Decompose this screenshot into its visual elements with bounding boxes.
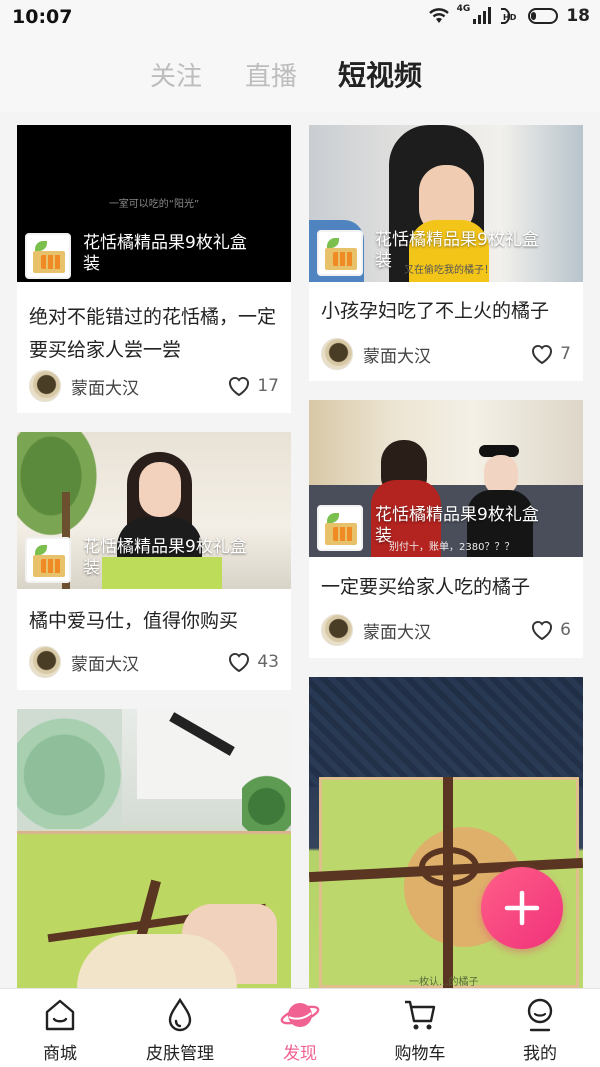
like-count: 6 bbox=[560, 620, 571, 640]
tab-follow[interactable]: 关注 bbox=[150, 56, 202, 93]
thumbnail-caption: 一室可以吃的“阳光” bbox=[108, 199, 200, 210]
video-title: 小孩孕妇吃了不上火的橘子 bbox=[321, 300, 550, 322]
author-name[interactable]: 蒙面大汉 bbox=[71, 374, 139, 399]
nav-label: 我的 bbox=[523, 1044, 557, 1064]
product-image bbox=[25, 233, 71, 279]
like-button[interactable]: 17 bbox=[227, 375, 279, 397]
video-thumbnail[interactable]: 花恬橘精品果9枚礼盒装 bbox=[17, 432, 291, 589]
avatar[interactable] bbox=[29, 646, 61, 678]
heart-icon bbox=[229, 376, 250, 397]
product-name: 花恬橘精品果9枚礼盒装 bbox=[375, 230, 539, 271]
author-name[interactable]: 蒙面大汉 bbox=[363, 342, 431, 367]
video-thumbnail[interactable]: 又在偷吃我的橘子！ 花恬橘精品果9枚礼盒装 bbox=[309, 125, 583, 282]
cart-icon bbox=[405, 1000, 436, 1030]
nav-item-discover[interactable]: 发现 bbox=[245, 997, 355, 1064]
like-count: 43 bbox=[257, 652, 279, 672]
wifi-icon bbox=[428, 8, 449, 23]
svg-text:HD: HD bbox=[503, 13, 517, 22]
signal-icon bbox=[473, 7, 492, 24]
like-count: 17 bbox=[257, 376, 279, 396]
nav-item-cart[interactable]: 购物车 bbox=[365, 997, 475, 1064]
video-thumbnail[interactable]: 一室可以吃的“阳光” 花恬橘精品果9枚礼盒装 bbox=[17, 125, 291, 282]
avatar[interactable] bbox=[321, 338, 353, 370]
avatar[interactable] bbox=[321, 614, 353, 646]
video-title: 一定要买给家人吃的橘子 bbox=[321, 576, 531, 598]
network-label: 4G bbox=[456, 4, 471, 14]
video-thumbnail[interactable] bbox=[17, 709, 291, 988]
product-tag[interactable]: 花恬橘精品果9枚礼盒装 bbox=[317, 505, 555, 551]
video-thumbnail[interactable]: 别付十，账单，2380？？？ 花恬橘精品果9枚礼盒装 bbox=[309, 400, 583, 557]
video-card[interactable]: 又在偷吃我的橘子！ 花恬橘精品果9枚礼盒装 小孩孕妇吃了不上火的橘子 蒙面大汉 … bbox=[309, 125, 583, 381]
battery-icon bbox=[528, 8, 559, 24]
video-title: 橘中爱马仕，值得你购买 bbox=[29, 610, 239, 632]
video-card[interactable]: 花恬橘精品果9枚礼盒装 橘中爱马仕，值得你购买 蒙面大汉 43 bbox=[17, 432, 291, 690]
video-meta: 蒙面大汉 17 bbox=[29, 370, 279, 402]
create-post-button[interactable] bbox=[481, 867, 563, 949]
drop-icon bbox=[168, 997, 192, 1032]
like-count: 7 bbox=[560, 344, 571, 364]
product-name: 花恬橘精品果9枚礼盒装 bbox=[83, 537, 247, 578]
like-button[interactable]: 43 bbox=[227, 651, 279, 673]
heart-icon bbox=[532, 344, 553, 365]
product-image bbox=[317, 505, 363, 551]
shop-icon bbox=[45, 999, 75, 1031]
status-bar: 10:07 4G HD 18 bbox=[0, 0, 600, 34]
status-icons: 4G HD 18 bbox=[427, 4, 590, 26]
nav-label: 购物车 bbox=[394, 1044, 446, 1064]
nav-item-shop[interactable]: 商城 bbox=[5, 997, 115, 1064]
heart-icon bbox=[229, 652, 250, 673]
product-tag[interactable]: 花恬橘精品果9枚礼盒装 bbox=[25, 537, 263, 583]
profile-icon bbox=[527, 998, 553, 1032]
heart-icon bbox=[532, 620, 553, 641]
video-card[interactable] bbox=[17, 709, 291, 988]
bottom-nav: 商城 皮肤管理 发现 购物车 我的 bbox=[0, 988, 600, 1067]
video-card[interactable]: 别付十，账单，2380？？？ 花恬橘精品果9枚礼盒装 一定要买给家人吃的橘子 蒙… bbox=[309, 400, 583, 658]
nav-label: 皮肤管理 bbox=[146, 1044, 214, 1064]
battery-level: 18 bbox=[566, 6, 590, 26]
product-image bbox=[317, 230, 363, 276]
product-name: 花恬橘精品果9枚礼盒装 bbox=[375, 505, 539, 546]
product-image bbox=[25, 537, 71, 583]
nav-item-skin-care[interactable]: 皮肤管理 bbox=[125, 997, 235, 1064]
author-name[interactable]: 蒙面大汉 bbox=[363, 618, 431, 643]
author-name[interactable]: 蒙面大汉 bbox=[71, 650, 139, 675]
like-button[interactable]: 6 bbox=[530, 619, 571, 641]
tab-live[interactable]: 直播 bbox=[245, 56, 297, 93]
product-tag[interactable]: 花恬橘精品果9枚礼盒装 bbox=[25, 233, 263, 279]
video-meta: 蒙面大汉 7 bbox=[321, 338, 571, 370]
video-meta: 蒙面大汉 6 bbox=[321, 614, 571, 646]
video-title: 绝对不能错过的花恬橘，一定要买给家人尝一尝 bbox=[29, 306, 277, 361]
like-button[interactable]: 7 bbox=[530, 343, 571, 365]
video-card[interactable]: 一室可以吃的“阳光” 花恬橘精品果9枚礼盒装 绝对不能错过的花恬橘，一定要买给家… bbox=[17, 125, 291, 413]
avatar[interactable] bbox=[29, 370, 61, 402]
tab-short-video[interactable]: 短视频 bbox=[338, 54, 422, 94]
planet-icon bbox=[280, 1003, 320, 1027]
nav-label: 商城 bbox=[43, 1044, 77, 1064]
video-meta: 蒙面大汉 43 bbox=[29, 646, 279, 678]
status-time: 10:07 bbox=[12, 6, 73, 28]
plus-icon bbox=[504, 890, 540, 926]
top-tabs: 关注 直播 短视频 bbox=[0, 34, 600, 112]
thumbnail-caption: 一枚认...的橘子 bbox=[409, 977, 479, 988]
nav-label: 发现 bbox=[283, 1044, 317, 1064]
nav-item-profile[interactable]: 我的 bbox=[485, 997, 595, 1064]
product-tag[interactable]: 花恬橘精品果9枚礼盒装 bbox=[317, 230, 555, 276]
hd-icon: HD bbox=[501, 8, 517, 24]
product-name: 花恬橘精品果9枚礼盒装 bbox=[83, 233, 247, 274]
